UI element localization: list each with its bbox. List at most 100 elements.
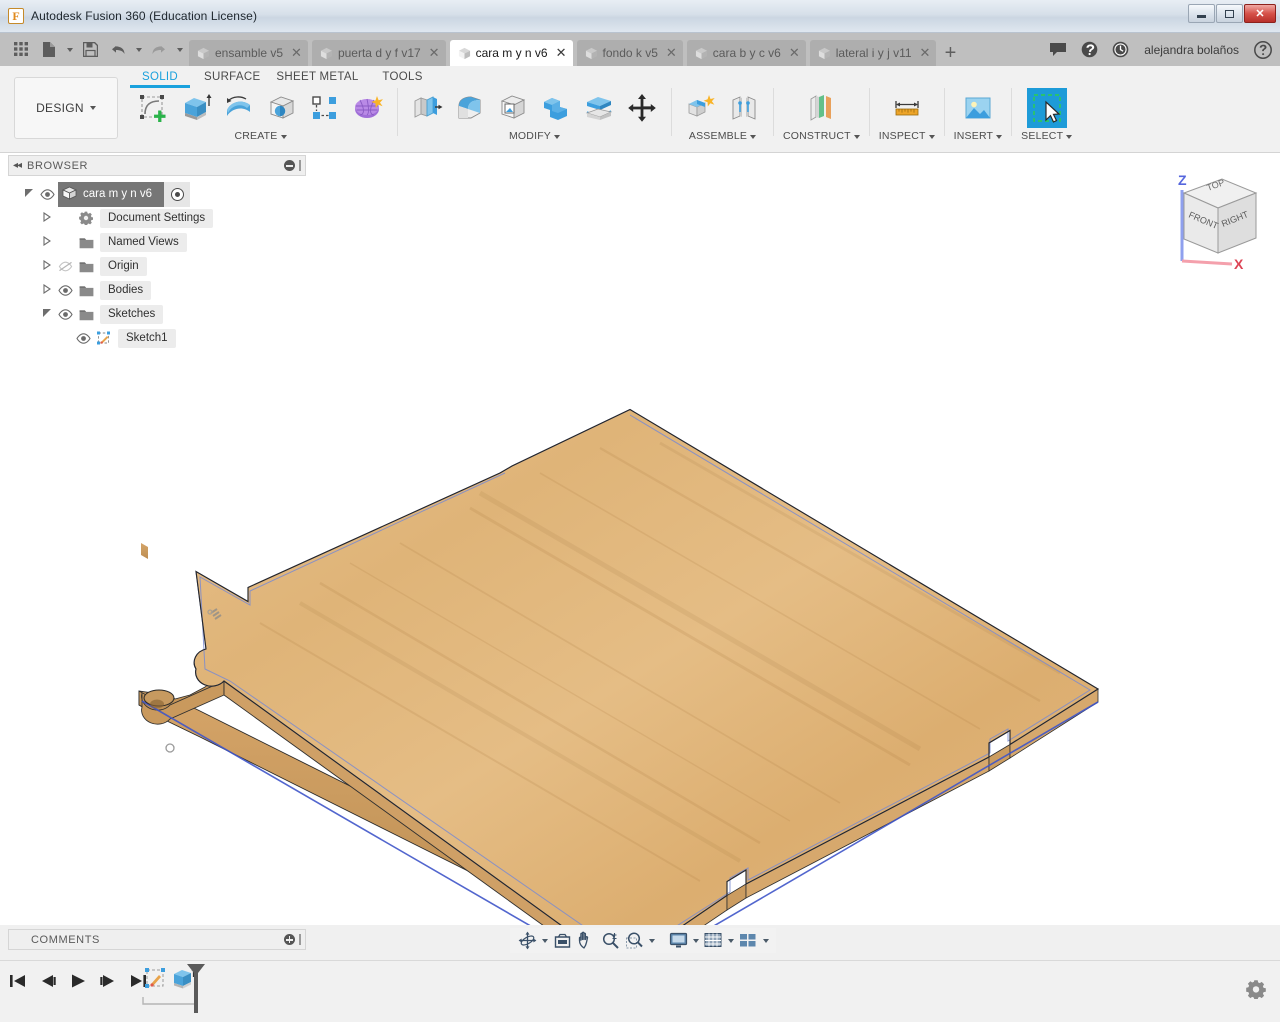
grid-snaps-icon[interactable] xyxy=(702,929,724,952)
document-tab-4[interactable]: fondo k v5 ✕ xyxy=(576,40,683,66)
browser-item-cara-m-y-n-v6[interactable]: cara m y n v6 xyxy=(8,181,306,207)
app-grid-icon[interactable] xyxy=(8,37,34,63)
browser-item-origin[interactable]: Origin xyxy=(8,254,306,278)
expand-arrow-right-icon[interactable] xyxy=(40,259,54,273)
timeline-settings-gear-icon[interactable] xyxy=(1246,979,1266,1004)
help-icon[interactable] xyxy=(1252,39,1274,61)
redo-dropdown-caret-icon[interactable] xyxy=(174,37,185,63)
document-tab-5[interactable]: cara b y c v6 ✕ xyxy=(686,40,806,66)
close-tab-icon[interactable]: ✕ xyxy=(556,45,567,61)
ribbon-tab-tools[interactable]: TOOLS xyxy=(367,68,439,88)
ribbon-tab-surface[interactable]: SURFACE xyxy=(196,68,268,88)
ribbon-tab-sheet-metal[interactable]: SHEET METAL xyxy=(268,68,366,88)
extrude-icon[interactable] xyxy=(176,88,216,128)
sphere-icon[interactable] xyxy=(262,88,302,128)
zoom-icon[interactable] xyxy=(599,929,621,952)
file-dropdown-caret-icon[interactable] xyxy=(64,37,75,63)
user-name[interactable]: alejandra bolaños xyxy=(1144,43,1239,57)
offset-plane-icon[interactable] xyxy=(801,88,841,128)
grid-dropdown-caret-icon[interactable] xyxy=(726,929,735,952)
measure-icon[interactable] xyxy=(887,88,927,128)
ribbon-group-label-create[interactable]: CREATE xyxy=(234,130,287,142)
expand-arrow-down-icon[interactable] xyxy=(40,308,54,321)
look-at-icon[interactable] xyxy=(551,929,573,952)
ribbon-tab-solid[interactable]: SOLID xyxy=(124,68,196,88)
new-tab-button[interactable]: + xyxy=(936,40,964,66)
ribbon-group-label-construct[interactable]: CONSTRUCT xyxy=(783,130,860,142)
browser-collapse-all-icon[interactable] xyxy=(284,160,295,171)
close-tab-icon[interactable]: ✕ xyxy=(429,45,440,61)
press-pull-icon[interactable] xyxy=(407,88,447,128)
visibility-on-icon[interactable] xyxy=(54,284,76,296)
redo-icon[interactable] xyxy=(146,37,172,63)
fillet-icon[interactable] xyxy=(450,88,490,128)
browser-item-bodies[interactable]: Bodies xyxy=(8,278,306,302)
ribbon-group-label-assemble[interactable]: ASSEMBLE xyxy=(689,130,757,142)
create-sketch-icon[interactable] xyxy=(133,88,173,128)
notifications-icon[interactable] xyxy=(1078,39,1100,61)
new-component-icon[interactable] xyxy=(681,88,721,128)
document-tab-6[interactable]: lateral i y j v11 ✕ xyxy=(809,40,937,66)
step-forward-icon[interactable] xyxy=(98,971,118,991)
display-settings-icon[interactable] xyxy=(667,929,689,952)
orbit-dropdown-caret-icon[interactable] xyxy=(540,929,549,952)
close-button[interactable]: ✕ xyxy=(1244,4,1276,23)
undo-dropdown-caret-icon[interactable] xyxy=(133,37,144,63)
collapse-icon[interactable]: ◂◂ xyxy=(13,160,22,171)
close-tab-icon[interactable]: ✕ xyxy=(291,45,302,61)
timeline-end-marker[interactable] xyxy=(185,963,207,1020)
undo-icon[interactable] xyxy=(105,37,131,63)
expand-arrow-down-icon[interactable] xyxy=(22,188,36,201)
play-icon[interactable] xyxy=(68,971,88,991)
visibility-on-icon[interactable] xyxy=(54,308,76,320)
browser-root-row[interactable]: cara m y n v6 xyxy=(58,181,191,207)
ribbon-group-label-modify[interactable]: MODIFY xyxy=(509,130,561,142)
document-tab-2[interactable]: puerta d y f v17 ✕ xyxy=(311,40,446,66)
browser-item-named-views[interactable]: Named Views xyxy=(8,230,306,254)
maximize-button[interactable] xyxy=(1216,4,1243,23)
sketch1-feature-icon[interactable] xyxy=(143,966,169,997)
visibility-off-icon[interactable] xyxy=(54,261,76,272)
split-face-icon[interactable] xyxy=(579,88,619,128)
ribbon-group-label-insert[interactable]: INSERT xyxy=(954,130,1003,142)
visibility-on-icon[interactable] xyxy=(36,188,58,200)
workspace-switcher-button[interactable]: DESIGN xyxy=(14,77,118,139)
viewports-icon[interactable] xyxy=(737,929,759,952)
view-cube[interactable]: Z X TOP FRONT RIGHT xyxy=(1160,165,1270,272)
form-icon[interactable] xyxy=(348,88,388,128)
select-window-icon[interactable] xyxy=(1026,88,1067,128)
document-tab-3[interactable]: cara m y n v6 ✕ xyxy=(449,40,573,66)
visibility-on-icon[interactable] xyxy=(72,332,94,344)
add-comment-icon[interactable] xyxy=(284,934,295,945)
go-to-beginning-icon[interactable] xyxy=(8,971,28,991)
browser-item-sketches[interactable]: Sketches xyxy=(8,302,306,326)
chat-icon[interactable] xyxy=(1047,39,1069,61)
combine-icon[interactable] xyxy=(536,88,576,128)
step-back-icon[interactable] xyxy=(38,971,58,991)
joint-icon[interactable] xyxy=(724,88,764,128)
activate-component-radio[interactable] xyxy=(171,187,185,201)
zoom-dropdown-caret-icon[interactable] xyxy=(647,929,656,952)
ribbon-group-label-inspect[interactable]: INSPECT xyxy=(879,130,935,142)
revolve-icon[interactable] xyxy=(219,88,259,128)
close-tab-icon[interactable]: ✕ xyxy=(789,45,800,61)
browser-resize-grip[interactable] xyxy=(299,160,301,171)
pattern-icon[interactable] xyxy=(305,88,345,128)
ribbon-group-label-select[interactable]: SELECT xyxy=(1021,130,1073,142)
viewports-dropdown-caret-icon[interactable] xyxy=(761,929,770,952)
display-dropdown-caret-icon[interactable] xyxy=(691,929,700,952)
zoom-window-icon[interactable] xyxy=(623,929,645,952)
move-copy-icon[interactable] xyxy=(622,88,662,128)
file-icon[interactable] xyxy=(36,37,62,63)
document-tab-1[interactable]: ensamble v5 ✕ xyxy=(189,40,308,66)
browser-item-sketch1[interactable]: Sketch1 xyxy=(8,326,306,350)
minimize-button[interactable] xyxy=(1188,4,1215,23)
browser-item-document-settings[interactable]: Document Settings xyxy=(8,206,306,230)
expand-arrow-right-icon[interactable] xyxy=(40,283,54,297)
pan-icon[interactable] xyxy=(575,929,597,952)
close-tab-icon[interactable]: ✕ xyxy=(666,45,677,61)
expand-arrow-right-icon[interactable] xyxy=(40,211,54,225)
orbit-icon[interactable] xyxy=(516,929,538,952)
shell-icon[interactable] xyxy=(493,88,533,128)
save-icon[interactable] xyxy=(77,37,103,63)
